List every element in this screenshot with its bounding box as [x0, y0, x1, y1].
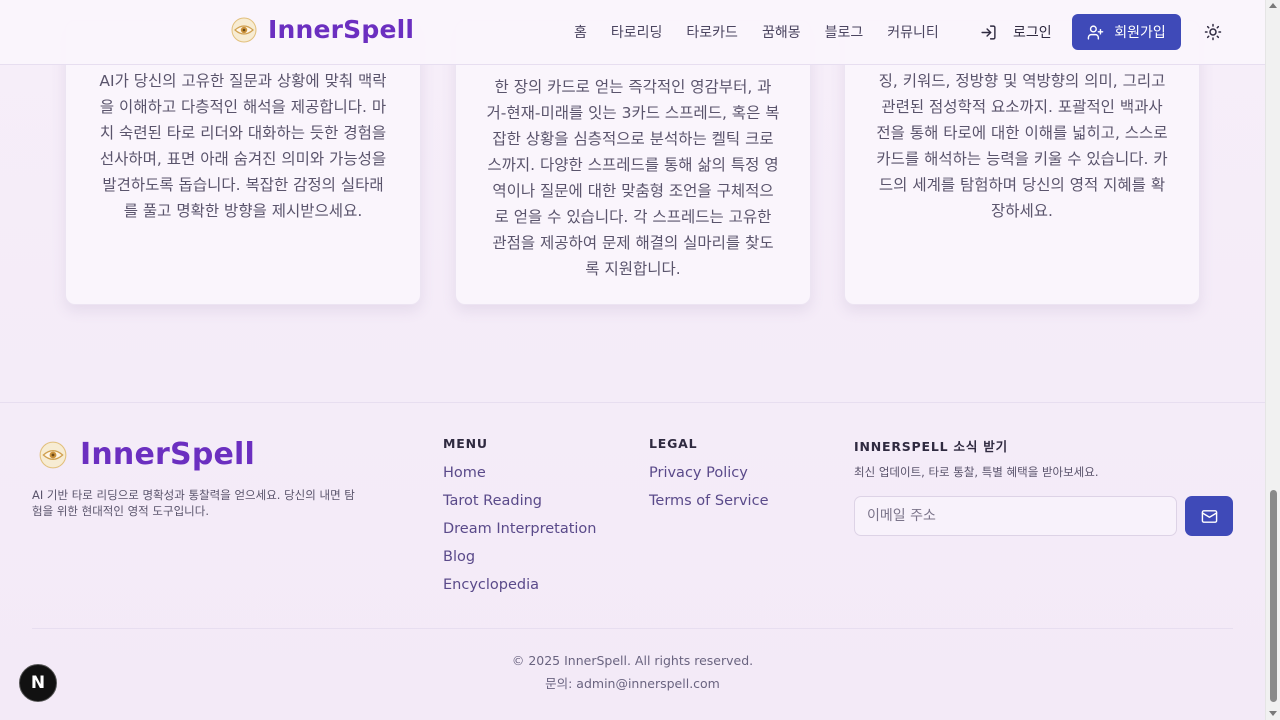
footer-divider [32, 628, 1233, 629]
footer-link-home[interactable]: Home [443, 463, 597, 491]
feature-card-text: AI가 당신의 고유한 질문과 상황에 맞춰 맥락을 이해하고 다층적인 해석을… [99, 72, 387, 220]
newsletter-description: 최신 업데이트, 타로 통찰, 특별 혜택을 받아보세요. [854, 465, 1099, 479]
sun-icon[interactable] [1204, 23, 1222, 41]
footer-link-blog[interactable]: Blog [443, 547, 597, 575]
footer-brand-name: InnerSpell [80, 437, 256, 472]
newsletter-title: INNERSPELL 소식 받기 [854, 439, 1008, 454]
nav-home[interactable]: 홈 [574, 22, 587, 42]
scroll-thumb[interactable] [1270, 490, 1277, 702]
mail-icon [1201, 509, 1217, 523]
header-logo[interactable]: InnerSpell [230, 15, 414, 44]
footer-link-tarot-reading[interactable]: Tarot Reading [443, 491, 597, 519]
dev-tools-badge[interactable]: N [19, 664, 57, 702]
signup-label: 회원가입 [1114, 25, 1166, 41]
contact-email[interactable]: 문의: admin@innerspell.com [0, 673, 1265, 692]
footer-menu-title: MENU [443, 436, 488, 451]
copyright: © 2025 InnerSpell. All rights reserved. [511, 653, 754, 668]
login-label: 로그인 [1013, 25, 1052, 41]
page-scrollbar[interactable] [1265, 0, 1280, 720]
nav-tarot-cards[interactable]: 타로카드 [686, 22, 738, 42]
nav-dream[interactable]: 꿈해몽 [762, 22, 801, 42]
nav-community[interactable]: 커뮤니티 [887, 22, 939, 42]
footer-legal: Privacy Policy Terms of Service [649, 463, 768, 519]
nav-blog[interactable]: 블로그 [825, 22, 864, 42]
login-icon [981, 24, 996, 40]
footer-legal-title: LEGAL [649, 436, 698, 451]
eye-logo-icon [231, 17, 257, 42]
main-nav: 홈 타로리딩 타로카드 꿈해몽 블로그 커뮤니티 [574, 0, 963, 64]
signup-button[interactable]: 회원가입 [1072, 14, 1181, 50]
brand-name: InnerSpell [268, 15, 415, 44]
user-plus-icon [1087, 24, 1104, 40]
footer-link-privacy[interactable]: Privacy Policy [649, 463, 768, 491]
footer-link-encyclopedia[interactable]: Encyclopedia [443, 575, 597, 603]
feature-card-text: 한 장의 카드로 얻는 즉각적인 영감부터, 과거-현재-미래를 잇는 3카드 … [486, 78, 780, 278]
eye-logo-icon [39, 441, 67, 468]
site-header: InnerSpell 홈 타로리딩 타로카드 꿈해몽 블로그 커뮤니티 로그인 … [0, 0, 1265, 65]
feature-card-text: 징, 키워드, 정방향 및 역방향의 의미, 그리고 관련된 점성학적 요소까지… [876, 72, 1168, 220]
email-input[interactable] [854, 496, 1177, 536]
scroll-up-arrow-icon[interactable] [1269, 3, 1277, 8]
scroll-down-arrow-icon[interactable] [1269, 711, 1277, 716]
footer-menu: Home Tarot Reading Dream Interpretation … [443, 463, 597, 603]
nav-tarot-reading[interactable]: 타로리딩 [611, 22, 663, 42]
footer-link-terms[interactable]: Terms of Service [649, 491, 768, 519]
site-footer: InnerSpell AI 기반 타로 리딩으로 명확성과 통찰력을 얻으세요.… [0, 402, 1265, 720]
footer-logo[interactable]: InnerSpell [38, 437, 255, 472]
footer-link-dream[interactable]: Dream Interpretation [443, 519, 597, 547]
login-button[interactable]: 로그인 [980, 22, 1052, 42]
footer-description: AI 기반 타로 리딩으로 명확성과 통찰력을 얻으세요. 당신의 내면 탐험을… [32, 488, 355, 518]
subscribe-button[interactable] [1185, 496, 1233, 536]
